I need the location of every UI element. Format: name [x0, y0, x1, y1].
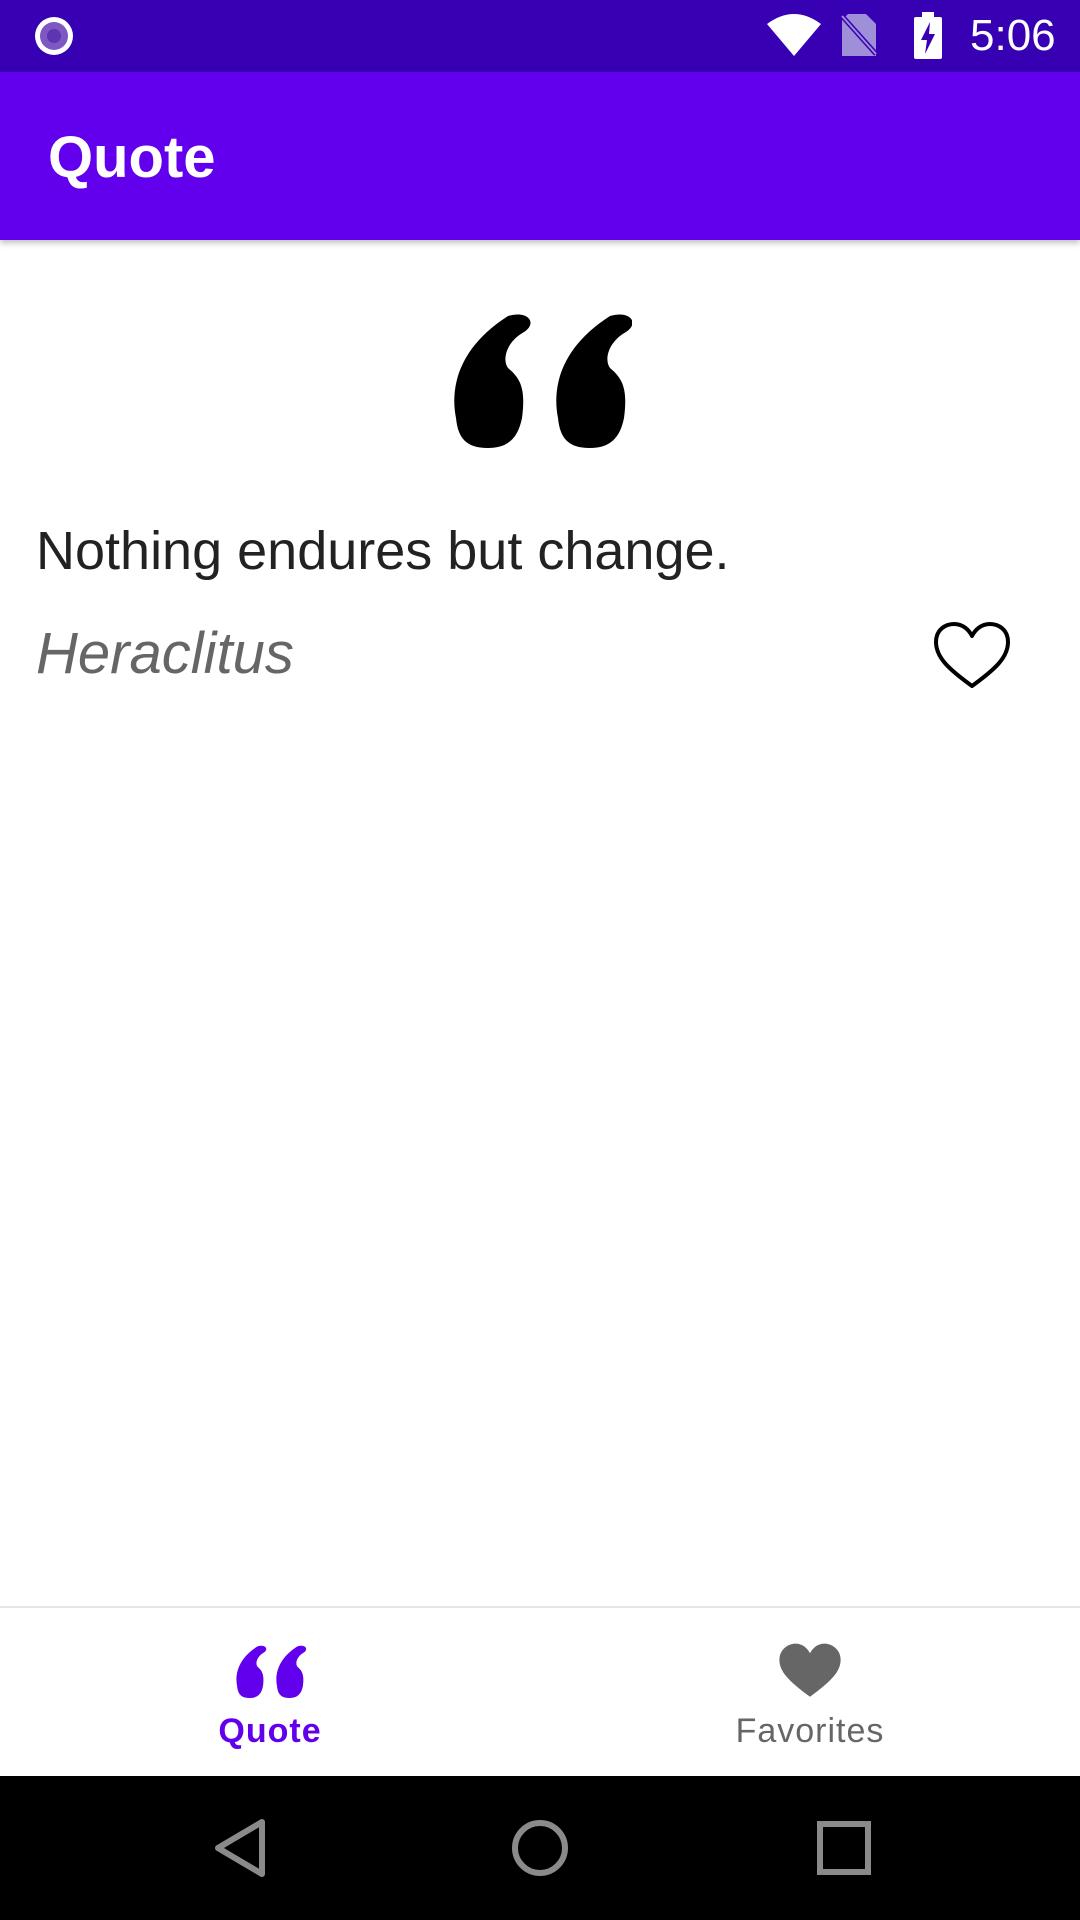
- format-quote-icon: [454, 314, 632, 448]
- app-notification-icon: [35, 17, 73, 55]
- status-time: 5:06: [970, 11, 1056, 60]
- nav-label-favorites: Favorites: [735, 1712, 885, 1750]
- home-icon[interactable]: [504, 1812, 576, 1884]
- status-bar: 5:06: [0, 0, 1080, 72]
- quote-text: Nothing endures but change.: [36, 521, 730, 581]
- nav-label-quote: Quote: [218, 1712, 322, 1750]
- wifi-icon: [767, 14, 821, 56]
- app-title: Quote: [48, 125, 216, 190]
- back-icon[interactable]: [206, 1812, 278, 1884]
- format-quote-icon: [236, 1645, 306, 1698]
- quote-author: Heraclitus: [36, 621, 294, 686]
- system-navigation-bar: [0, 1776, 1080, 1920]
- app-bar: Quote: [0, 72, 1080, 240]
- bottom-navigation: Quote Favorites: [0, 1606, 1080, 1778]
- no-sim-icon: [840, 14, 878, 56]
- battery-charging-icon: [914, 12, 942, 59]
- heart-icon: [779, 1643, 841, 1697]
- recents-icon[interactable]: [808, 1812, 880, 1884]
- nav-item-quote[interactable]: Quote: [0, 1608, 540, 1778]
- nav-item-favorites[interactable]: Favorites: [540, 1608, 1080, 1778]
- heart-outline-icon[interactable]: [932, 620, 1012, 692]
